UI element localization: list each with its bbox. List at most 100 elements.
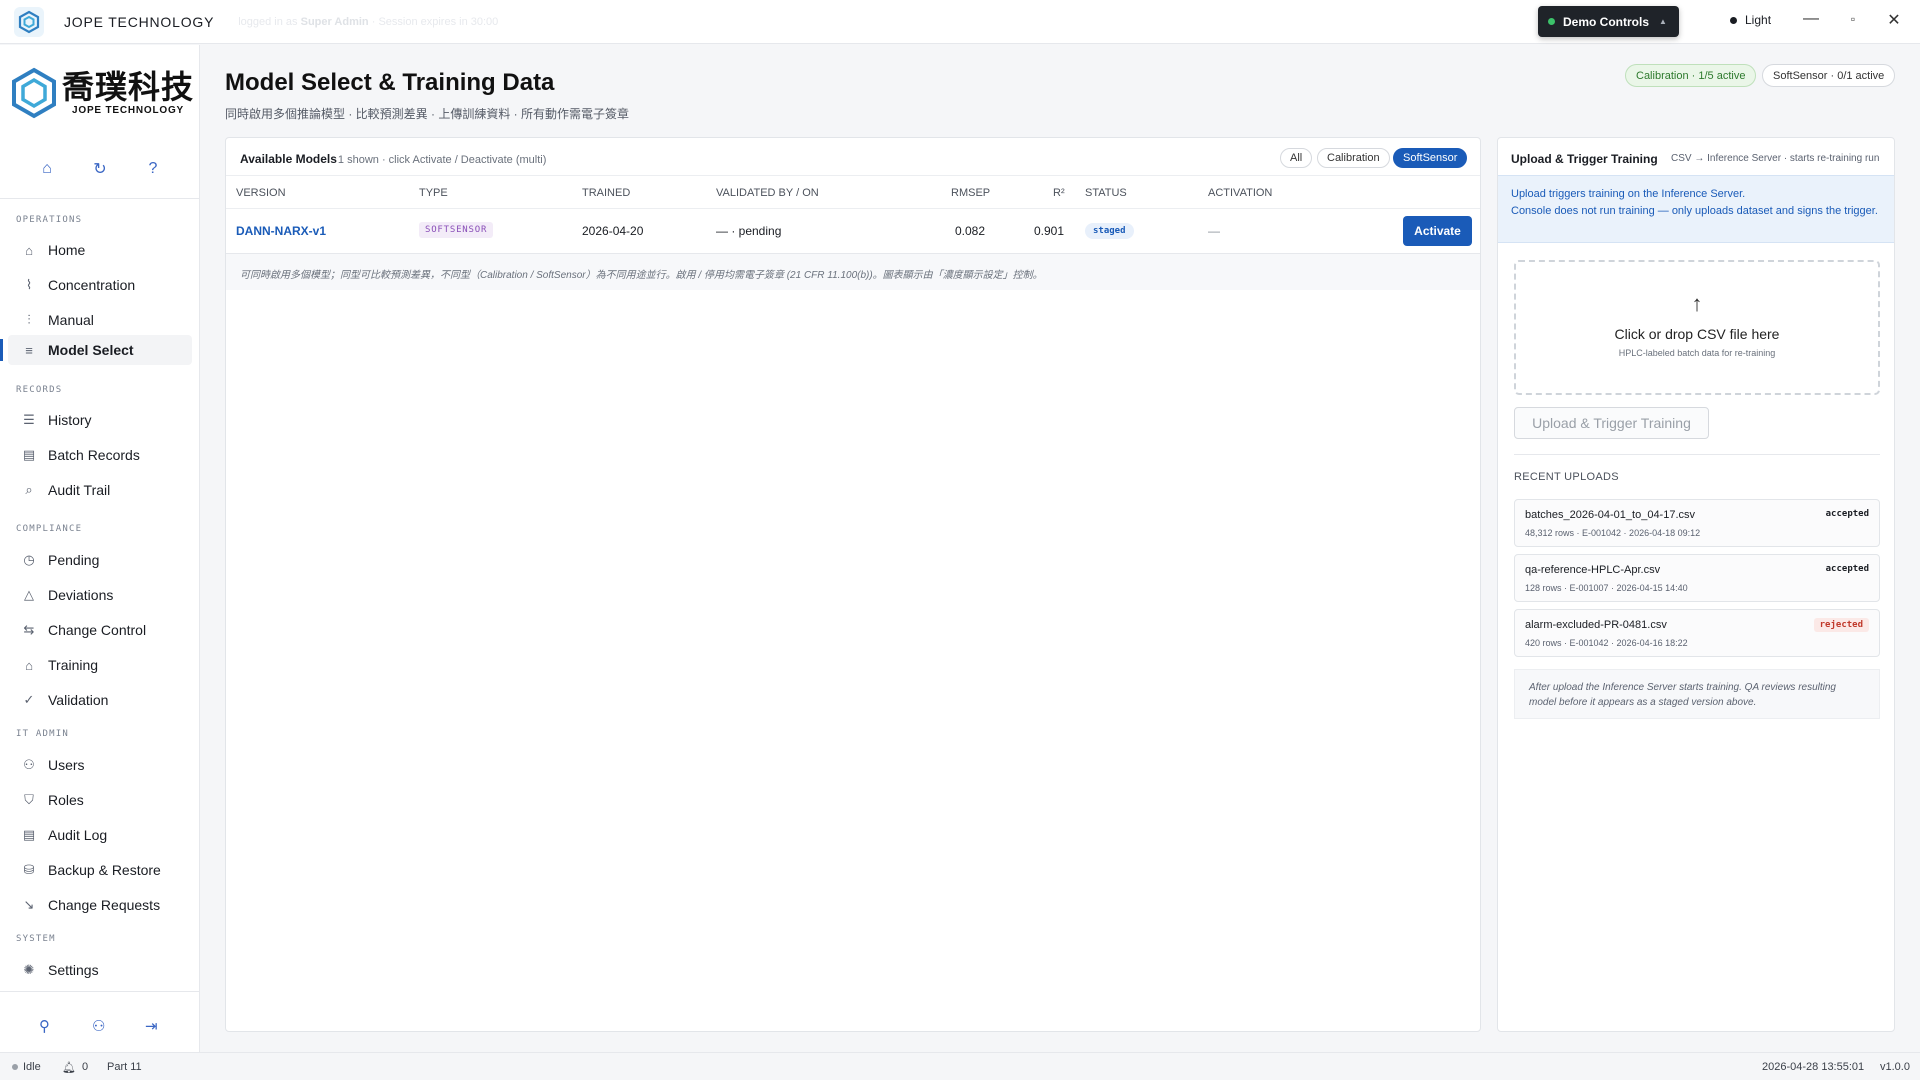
- file-meta: 48,312 rows · E-001042 · 2026-04-18 09:1…: [1525, 528, 1701, 538]
- status-badge: accepted: [1825, 564, 1869, 574]
- sidebar-item-pending[interactable]: ◷ Pending: [8, 545, 192, 575]
- refresh-icon[interactable]: ↻: [88, 157, 112, 181]
- app-brand: JOPE TECHNOLOGY: [64, 13, 215, 30]
- sidebar-item-label: Backup & Restore: [48, 862, 161, 878]
- csv-dropzone[interactable]: ↑ Click or drop CSV file here HPLC-label…: [1514, 260, 1880, 395]
- filter-calibration[interactable]: Calibration: [1317, 148, 1390, 168]
- col-activation: ACTIVATION: [1208, 187, 1273, 199]
- sidebar-item-manual[interactable]: ⫶ Manual: [8, 305, 192, 335]
- upload-title: Upload & Trigger Training: [1511, 152, 1658, 166]
- sidebar-item-label: Users: [48, 757, 85, 773]
- help-icon[interactable]: ?: [141, 157, 165, 181]
- list-item[interactable]: alarm-excluded-PR-0481.csv 420 rows · E-…: [1514, 609, 1880, 657]
- page-title: Model Select & Training Data: [225, 69, 555, 96]
- sidebar-item-model-select[interactable]: ≡ Model Select: [8, 335, 192, 365]
- upload-trigger-button[interactable]: Upload & Trigger Training: [1514, 407, 1709, 439]
- switch-user-icon[interactable]: ⚇: [92, 1017, 105, 1035]
- softsensor-status-badge: SoftSensor · 0/1 active: [1762, 64, 1896, 87]
- sidebar-item-home[interactable]: ⌂ Home: [8, 235, 192, 265]
- logout-icon[interactable]: ⇥: [145, 1017, 158, 1035]
- status-badge: rejected: [1813, 618, 1869, 632]
- upload-note: After upload the Inference Server starts…: [1514, 669, 1880, 719]
- demo-controls-button[interactable]: Demo Controls ▲: [1538, 6, 1679, 37]
- sidebar-item-label: Deviations: [48, 587, 114, 603]
- filter-all[interactable]: All: [1280, 148, 1313, 168]
- model-validated: — · pending: [716, 224, 782, 238]
- sidebar-item-training[interactable]: ⌂ Training: [8, 650, 192, 680]
- section-operations: OPERATIONS: [16, 215, 83, 225]
- model-version-link[interactable]: DANN-NARX-v1: [236, 224, 326, 238]
- sidebar-item-change-control[interactable]: ⇆ Change Control: [8, 615, 192, 645]
- sidebar-item-backup-restore[interactable]: ⛁ Backup & Restore: [8, 855, 192, 885]
- database-icon: ⛁: [23, 862, 35, 877]
- table-row[interactable]: DANN-NARX-v1 SOFTSENSOR 2026-04-20 — · p…: [226, 209, 1480, 254]
- model-r2: 0.901: [1034, 224, 1065, 238]
- sidebar-item-validation[interactable]: ✓ Validation: [8, 685, 192, 715]
- section-compliance: COMPLIANCE: [16, 524, 83, 534]
- sidebar-item-label: Validation: [48, 692, 109, 708]
- minimize-icon[interactable]: —: [1799, 10, 1823, 28]
- models-header: Available Models 1 shown · click Activat…: [240, 152, 546, 166]
- sidebar-divider: [0, 198, 200, 199]
- home-icon[interactable]: ⌂: [35, 157, 59, 181]
- theme-dot-icon: [1730, 16, 1737, 24]
- sidebar-item-concentration[interactable]: ⌇ Concentration: [8, 270, 192, 300]
- list-item[interactable]: batches_2026-04-01_to_04-17.csv 48,312 r…: [1514, 499, 1880, 547]
- sidebar-item-users[interactable]: ⚇ Users: [8, 750, 192, 780]
- sidebar-item-label: Audit Trail: [48, 482, 111, 498]
- search-icon: ⌕: [25, 482, 33, 497]
- theme-toggle[interactable]: Light: [1730, 13, 1771, 27]
- sidebar-item-label: Batch Records: [48, 447, 140, 463]
- available-models-panel: Available Models 1 shown · click Activat…: [225, 137, 1481, 1032]
- notification-count: 0: [82, 1061, 89, 1073]
- shield-icon: ⛉: [24, 792, 34, 807]
- compliance-mode: Part 11: [107, 1061, 142, 1073]
- activate-button[interactable]: Activate: [1403, 216, 1472, 246]
- recent-uploads-heading: RECENT UPLOADS: [1514, 471, 1619, 483]
- dropzone-subtitle: HPLC-labeled batch data for re-training: [1618, 348, 1776, 358]
- sidebar-item-label: Roles: [48, 792, 84, 808]
- warning-icon: △: [24, 587, 34, 602]
- col-r2: R²: [1053, 187, 1065, 199]
- file-name: alarm-excluded-PR-0481.csv: [1525, 619, 1667, 631]
- upload-info-banner: Upload triggers training on the Inferenc…: [1498, 175, 1894, 243]
- app-version: v1.0.0: [1880, 1061, 1910, 1073]
- profile-icon[interactable]: ⚲: [39, 1017, 50, 1035]
- sidebar-item-batch-records[interactable]: ▤ Batch Records: [8, 440, 192, 470]
- section-it-admin: IT ADMIN: [16, 729, 69, 739]
- sliders-icon: ⫶: [27, 312, 31, 327]
- list-item[interactable]: qa-reference-HPLC-Apr.csv 128 rows · E-0…: [1514, 554, 1880, 602]
- upload-panel: Upload & Trigger Training CSV → Inferenc…: [1497, 137, 1895, 1032]
- maximize-icon[interactable]: ▫: [1841, 12, 1865, 26]
- col-rmsep: RMSEP: [951, 187, 991, 199]
- sidebar-item-settings[interactable]: ✺ Settings: [8, 955, 192, 985]
- sidebar-item-audit-log[interactable]: ▤ Audit Log: [8, 820, 192, 850]
- status-dot-icon: [1548, 18, 1555, 25]
- bell-icon[interactable]: 🔔︎: [62, 1061, 76, 1074]
- sidebar-item-label: Model Select: [48, 342, 134, 358]
- sidebar-item-change-requests[interactable]: ↘ Change Requests: [8, 890, 192, 920]
- list-bullets-icon: ☰: [23, 412, 35, 427]
- filter-softsensor[interactable]: SoftSensor: [1393, 148, 1468, 168]
- model-rmsep: 0.082: [955, 224, 986, 238]
- session-info: logged in as Super Admin · Session expir…: [238, 15, 499, 28]
- gear-icon: ✺: [23, 962, 35, 977]
- calibration-status-badge: Calibration · 1/5 active: [1625, 64, 1757, 87]
- file-name: qa-reference-HPLC-Apr.csv: [1525, 564, 1661, 576]
- sidebar-item-roles[interactable]: ⛉ Roles: [8, 785, 192, 815]
- sidebar-item-audit-trail[interactable]: ⌕ Audit Trail: [8, 475, 192, 505]
- document-icon: ▤: [22, 447, 36, 462]
- sidebar-item-deviations[interactable]: △ Deviations: [8, 580, 192, 610]
- document-icon: ▤: [22, 827, 36, 842]
- model-type-badge: SOFTSENSOR: [419, 222, 494, 238]
- sidebar-item-history[interactable]: ☰ History: [8, 405, 192, 435]
- close-icon[interactable]: ✕: [1882, 10, 1906, 30]
- sidebar-item-label: Change Requests: [48, 897, 161, 913]
- sidebar-item-label: Home: [48, 242, 86, 258]
- model-trained-date: 2026-04-20: [582, 224, 644, 238]
- theme-label: Light: [1745, 13, 1772, 27]
- col-validated: VALIDATED BY / ON: [716, 187, 819, 199]
- col-type: TYPE: [419, 187, 448, 199]
- company-name-en: JOPE TECHNOLOGY: [72, 105, 185, 116]
- trend-icon: ⌇: [25, 277, 33, 292]
